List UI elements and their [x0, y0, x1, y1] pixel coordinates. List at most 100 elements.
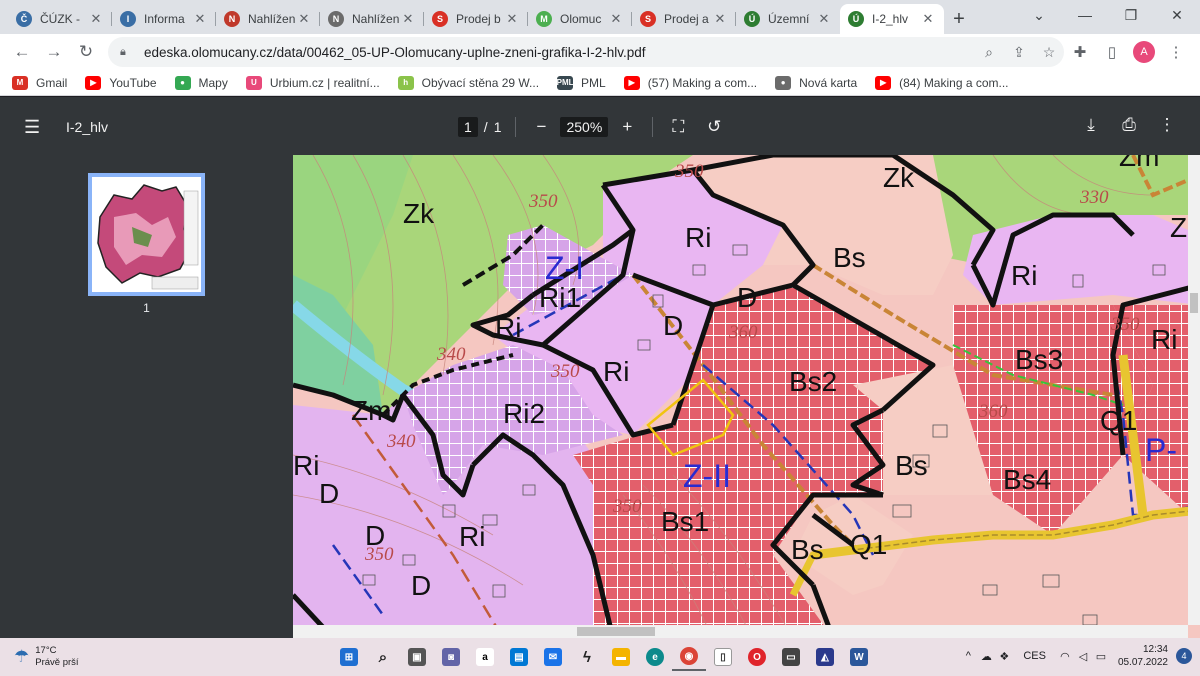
fit-page-icon[interactable]: ⛶: [667, 117, 689, 137]
file-explorer-app[interactable]: ▬: [604, 643, 638, 671]
task-view-button[interactable]: ▣: [400, 643, 434, 671]
bookmark-item[interactable]: ● Nová karta: [775, 75, 857, 90]
vertical-scrollbar[interactable]: [1188, 155, 1200, 625]
page-thumbnail[interactable]: [88, 173, 205, 296]
battery-icon[interactable]: ▭: [1092, 650, 1110, 663]
bolt-app[interactable]: ϟ: [570, 643, 604, 671]
clock[interactable]: 12:34 05.07.2022: [1118, 643, 1168, 669]
word-app[interactable]: W: [842, 643, 876, 671]
zone-label: Ri1: [539, 282, 581, 313]
cloud-icon[interactable]: ☁: [977, 650, 995, 663]
vertical-scrollbar-thumb[interactable]: [1190, 293, 1198, 313]
search-button[interactable]: ⌕: [366, 643, 400, 671]
bookmark-star-icon[interactable]: ☆: [1034, 44, 1064, 61]
notification-badge[interactable]: 4: [1176, 648, 1192, 664]
bookmark-item[interactable]: M Gmail: [12, 75, 67, 90]
bookmark-item[interactable]: h Obývací stěna 29 W...: [397, 75, 540, 90]
tab-close-icon[interactable]: ✕: [192, 11, 208, 27]
pdf-viewer[interactable]: Zk Zk Zm Z Ri Ri1 Ri D D Ri Ri Ri2 Ri D D Ri D Bs Bs2 Bs3 Bs…: [293, 155, 1200, 638]
volume-icon[interactable]: ◁: [1074, 650, 1092, 663]
rotate-icon[interactable]: ↺: [703, 117, 725, 137]
address-bar[interactable]: 🔒︎ edeska.olomucany.cz/data/00462_05-UP-…: [108, 37, 1064, 67]
tab-close-icon[interactable]: ✕: [296, 11, 312, 27]
maximize-button[interactable]: ❐: [1108, 0, 1154, 30]
more-options-icon[interactable]: ⋮: [1148, 115, 1186, 135]
browser-tab[interactable]: S Prodej a ✕: [632, 4, 736, 34]
lock-icon[interactable]: 🔒︎: [120, 46, 134, 59]
wifi-icon[interactable]: ◠: [1056, 650, 1074, 663]
zone-label: Bs: [895, 450, 928, 481]
bookmark-item[interactable]: ▶ (84) Making a com...: [875, 75, 1009, 90]
close-window-button[interactable]: ✕: [1154, 0, 1200, 30]
horizontal-scrollbar-thumb[interactable]: [577, 627, 655, 636]
tab-close-icon[interactable]: ✕: [504, 11, 520, 27]
chat-button[interactable]: ◙: [434, 643, 468, 671]
reload-icon[interactable]: ↻: [70, 42, 102, 62]
browser-tab[interactable]: N Nahlížen ✕: [320, 4, 424, 34]
bookmark-item[interactable]: U Urbium.cz | realitní...: [245, 75, 380, 90]
thumbnail-map-image: [92, 177, 201, 292]
thumbnail-page-label: 1: [143, 301, 150, 315]
mail-app[interactable]: ✉: [536, 643, 570, 671]
contour-elevation-label: 330: [1079, 187, 1109, 208]
tab-close-icon[interactable]: ✕: [608, 11, 624, 27]
tab-close-icon[interactable]: ✕: [400, 11, 416, 27]
browser-tab[interactable]: S Prodej b ✕: [424, 4, 528, 34]
pdf-title: I-2_hlv: [66, 119, 109, 135]
zoom-icon[interactable]: ⌕: [974, 44, 1004, 61]
zone-label: Bs3: [1015, 344, 1063, 375]
app-window[interactable]: ▭: [774, 643, 808, 671]
document-app[interactable]: ▯: [706, 643, 740, 671]
tab-close-icon[interactable]: ✕: [88, 11, 104, 27]
minimize-button[interactable]: —: [1062, 0, 1108, 30]
opera-app[interactable]: O: [740, 643, 774, 671]
page-number-input[interactable]: 1: [458, 117, 478, 137]
chrome-app[interactable]: ◉: [672, 643, 706, 671]
bookmark-item[interactable]: ● Mapy: [174, 75, 228, 90]
browser-menu-icon[interactable]: ⋮: [1160, 43, 1192, 61]
tab-title: Nahlížen: [352, 12, 400, 26]
extensions-icon[interactable]: ✚: [1064, 43, 1096, 61]
gallery-app[interactable]: ◭: [808, 643, 842, 671]
start-button[interactable]: ⊞: [332, 643, 366, 671]
browser-tab[interactable]: I Informa ✕: [112, 4, 216, 34]
tab-title: ČÚZK -: [40, 12, 80, 26]
tab-close-icon[interactable]: ✕: [712, 11, 728, 27]
language-indicator[interactable]: CES: [1023, 650, 1046, 662]
zone-label: Zk: [883, 162, 915, 193]
browser-tab[interactable]: Ú I-2_hlv ✕: [840, 4, 944, 34]
side-panel-icon[interactable]: ▯: [1096, 43, 1128, 61]
download-icon[interactable]: ⤓: [1072, 115, 1110, 135]
zoom-input[interactable]: 250%: [560, 117, 609, 137]
zoom-in-icon[interactable]: +: [616, 117, 638, 137]
weather-widget[interactable]: ☂ 17°C Právě prší: [14, 645, 79, 669]
browser-tab[interactable]: N Nahlížen ✕: [216, 4, 320, 34]
edge-app[interactable]: e: [638, 643, 672, 671]
tab-close-icon[interactable]: ✕: [920, 11, 936, 27]
back-icon[interactable]: ←: [6, 42, 38, 62]
browser-tab[interactable]: Č ČÚZK - ✕: [8, 4, 112, 34]
plan-area-label: P-: [1145, 432, 1177, 468]
hamburger-menu-icon[interactable]: ☰: [24, 117, 40, 138]
dropbox-icon[interactable]: ❖: [995, 650, 1013, 663]
new-tab-button[interactable]: +: [944, 4, 974, 34]
store-app[interactable]: ▤: [502, 643, 536, 671]
print-icon[interactable]: ⎙: [1110, 115, 1148, 135]
bookmark-item[interactable]: ▶ (57) Making a com...: [623, 75, 757, 90]
amazon-app[interactable]: a: [468, 643, 502, 671]
bookmark-item[interactable]: PML PML: [557, 75, 606, 90]
forward-icon[interactable]: →: [38, 42, 70, 62]
horizontal-scrollbar[interactable]: [293, 625, 1188, 638]
zoom-out-icon[interactable]: −: [530, 117, 552, 137]
chevron-up-icon[interactable]: ^: [959, 650, 977, 662]
profile-avatar[interactable]: A: [1133, 41, 1155, 63]
browser-tab[interactable]: M Olomuc ✕: [528, 4, 632, 34]
tab-close-icon[interactable]: ✕: [816, 11, 832, 27]
bookmark-item[interactable]: ▶ YouTube: [85, 75, 157, 90]
browser-tab[interactable]: Ú Územní ✕: [736, 4, 840, 34]
tab-search-icon[interactable]: ⌄: [1016, 0, 1062, 30]
share-icon[interactable]: ⇪: [1004, 44, 1034, 61]
tab-favicon-icon: Ú: [848, 11, 864, 27]
bookmark-label: Obývací stěna 29 W...: [421, 75, 540, 90]
tab-favicon-icon: Č: [16, 11, 32, 27]
